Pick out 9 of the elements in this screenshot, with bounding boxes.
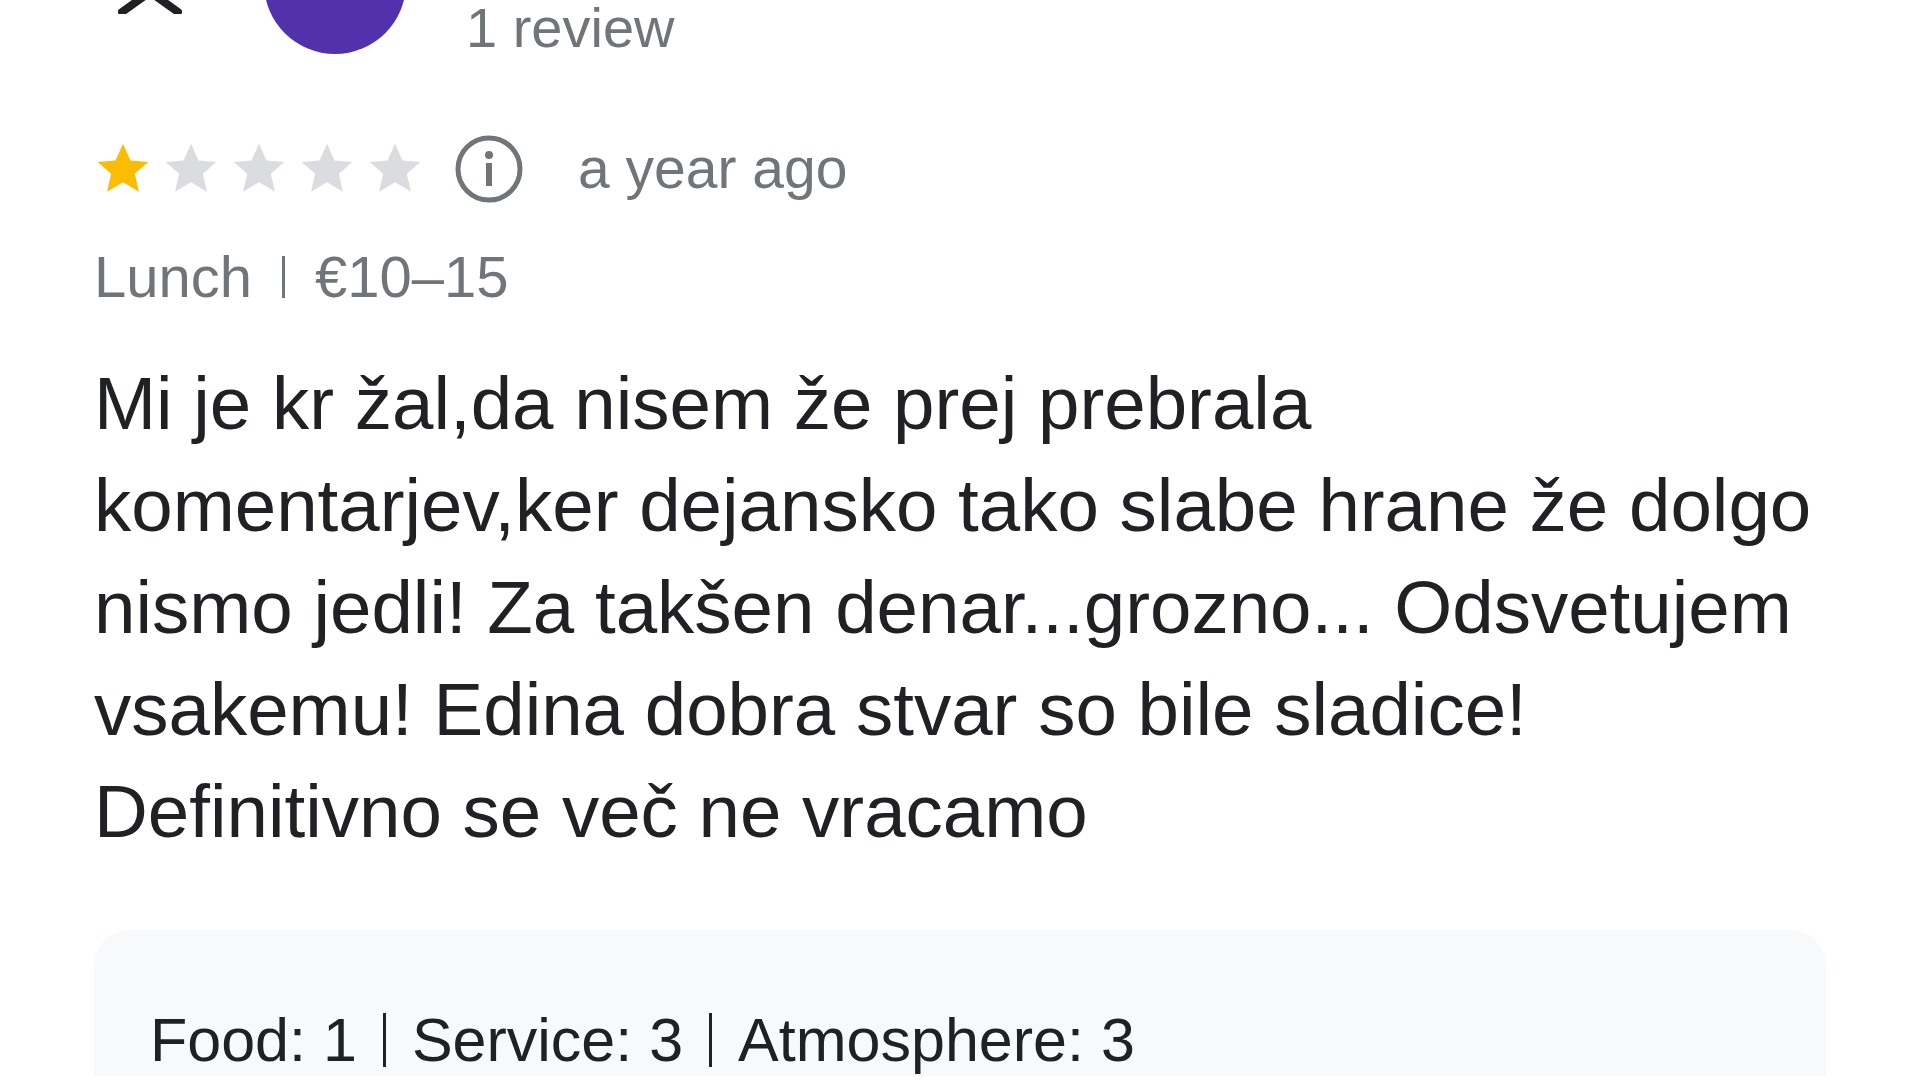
- review-meta: €10–15: [315, 243, 509, 310]
- rating-text: Atmosphere: 3: [738, 1005, 1135, 1076]
- review-count: 1 review: [466, 0, 675, 56]
- review-text: Mi je kr žal,da nisem že prej prebrala komentarjev,ker dejansko tako slabe hrane že dolgo nismo jedli! Za takšen denar...grozno... Odsvetujem vsakemu! Edina dobra stvar so bile sladice! Definitivno se več ne vracamo: [94, 361, 1813, 855]
- review-meta: Lunch: [94, 243, 253, 310]
- rating-text: Service: 3: [411, 1005, 684, 1076]
- info-icon[interactable]: [454, 134, 524, 204]
- review-time: a year ago: [578, 135, 848, 203]
- rating-text: Food: 1: [150, 1005, 357, 1076]
